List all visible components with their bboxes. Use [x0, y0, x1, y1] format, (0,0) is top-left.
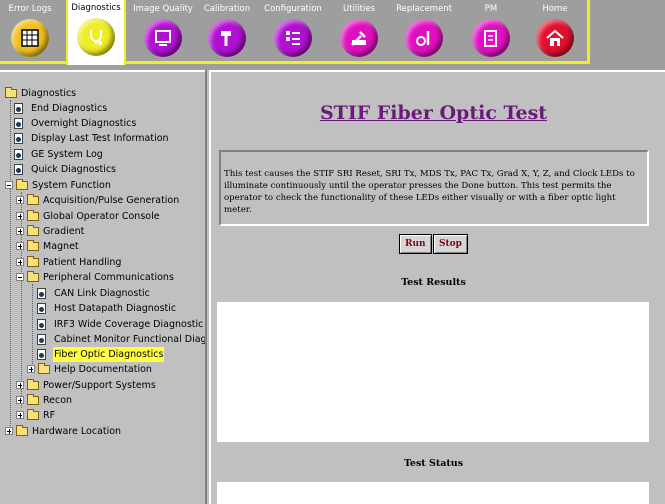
tab-label: Replacement	[396, 4, 452, 14]
tab-label: Diagnostics	[71, 3, 121, 13]
tab-utilities[interactable]: Utilities	[328, 0, 390, 62]
document-icon	[37, 319, 46, 330]
expand-toggle[interactable]	[16, 396, 24, 404]
folder-open-icon	[27, 271, 39, 282]
tab-label: Home	[542, 4, 568, 14]
folder-icon	[27, 210, 39, 221]
expand-toggle[interactable]	[16, 258, 24, 266]
run-button[interactable]: Run	[399, 234, 432, 254]
folder-icon	[27, 394, 39, 405]
tab-error-logs[interactable]: Error Logs	[0, 0, 60, 62]
tab-label: Configuration	[264, 4, 322, 14]
document-icon	[37, 349, 46, 360]
expand-toggle[interactable]	[16, 381, 24, 389]
collapse-toggle[interactable]	[16, 273, 24, 281]
expand-toggle[interactable]	[16, 212, 24, 220]
folder-icon	[27, 194, 39, 205]
document-icon	[37, 303, 46, 314]
folder-icon	[38, 363, 50, 374]
tab-pm[interactable]: PM	[460, 0, 522, 62]
tab-configuration[interactable]: Configuration	[262, 0, 324, 62]
test-status-title: Test Status	[403, 458, 464, 469]
grid-icon	[11, 19, 49, 57]
document-icon	[14, 133, 23, 144]
expand-toggle[interactable]	[16, 227, 24, 235]
wrench-icon	[405, 19, 443, 57]
checklist-icon	[274, 19, 312, 57]
tab-label: Calibration	[203, 4, 251, 14]
folder-icon	[27, 409, 39, 420]
monitor-icon	[144, 19, 182, 57]
house-icon	[536, 19, 574, 57]
hammer-icon	[208, 19, 246, 57]
expand-toggle[interactable]	[16, 196, 24, 204]
expand-toggle[interactable]	[5, 427, 13, 435]
clipboard-icon	[472, 19, 510, 57]
document-icon	[14, 164, 23, 175]
test-status-panel	[217, 482, 649, 504]
expand-toggle[interactable]	[27, 365, 35, 373]
main-pane: STIF Fiber Optic Test This test causes t…	[209, 70, 665, 504]
tab-label: Image Quality	[133, 4, 193, 14]
top-toolbar: Error Logs Diagnostics Image Quality Cal…	[0, 0, 665, 70]
page-title: STIF Fiber Optic Test	[319, 102, 548, 124]
collapse-toggle[interactable]	[5, 181, 13, 189]
folder-icon	[27, 240, 39, 251]
folder-icon	[27, 256, 39, 267]
test-description: This test causes the STIF SRI Reset, SRI…	[219, 150, 649, 226]
folder-icon	[16, 425, 28, 436]
folder-icon	[27, 225, 39, 236]
folder-open-icon	[5, 87, 17, 98]
expand-toggle[interactable]	[16, 242, 24, 250]
folder-icon	[27, 379, 39, 390]
application-window: Error Logs Diagnostics Image Quality Cal…	[0, 0, 665, 504]
stethoscope-icon	[77, 18, 115, 56]
document-icon	[14, 118, 23, 129]
document-icon	[37, 288, 46, 299]
tools-icon	[340, 19, 378, 57]
tab-label: Error Logs	[8, 4, 52, 14]
tab-label: PM	[484, 4, 498, 14]
document-icon	[14, 149, 23, 160]
tab-label: Utilities	[343, 4, 375, 14]
test-results-panel	[217, 302, 649, 442]
test-results-title: Test Results	[401, 277, 466, 288]
tab-home[interactable]: Home	[524, 0, 586, 62]
expand-toggle[interactable]	[16, 411, 24, 419]
tab-diagnostics[interactable]: Diagnostics	[66, 0, 126, 65]
tab-calibration[interactable]: Calibration	[196, 0, 258, 62]
folder-open-icon	[16, 179, 28, 190]
document-icon	[14, 103, 23, 114]
document-icon	[37, 334, 46, 345]
diagnostics-tree: Diagnostics End Diagnostics Overnight Di…	[0, 70, 207, 504]
stop-button[interactable]: Stop	[433, 234, 468, 254]
tab-replacement[interactable]: Replacement	[392, 0, 456, 62]
tab-image-quality[interactable]: Image Quality	[130, 0, 196, 62]
